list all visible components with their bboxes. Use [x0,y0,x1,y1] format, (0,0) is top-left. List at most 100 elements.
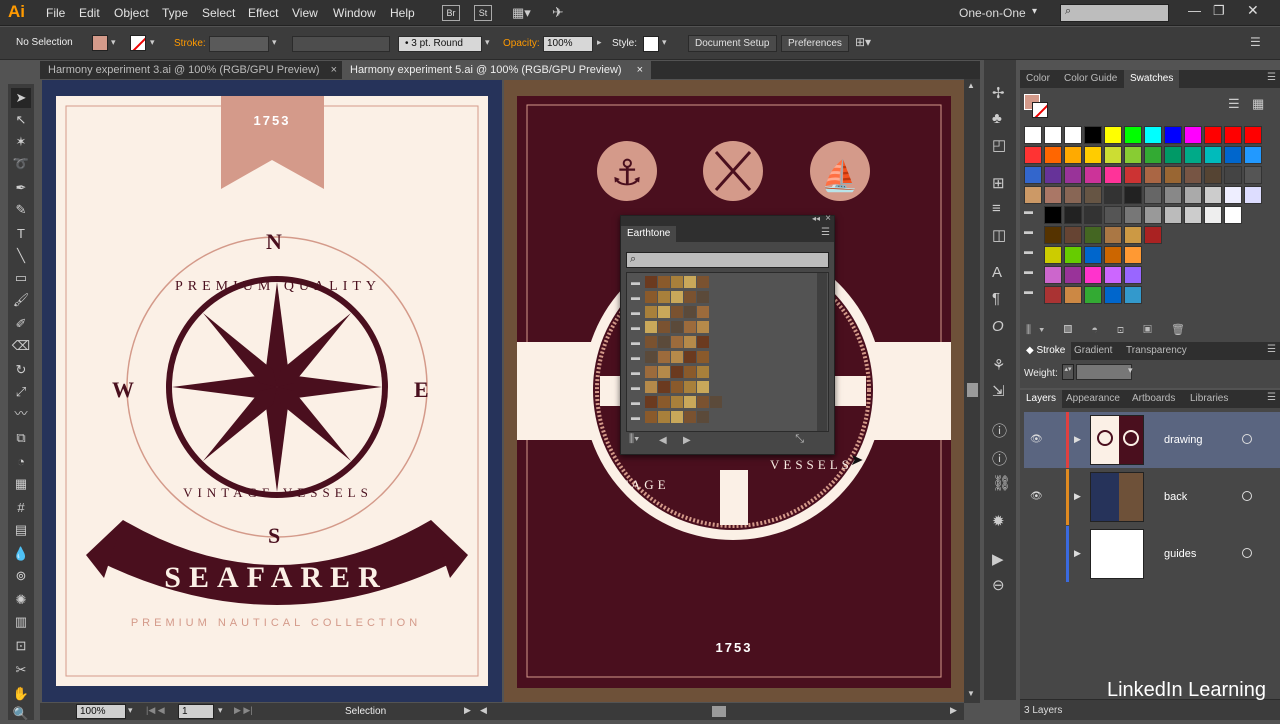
blend-icon[interactable]: ⊚ [11,566,31,586]
fill-swatch[interactable] [92,35,108,51]
preferences-button[interactable]: Preferences [781,35,849,52]
artboard-number-field[interactable]: 1 [178,704,214,719]
direct-selection-tool-icon[interactable]: ↖ [11,110,31,130]
expand-arrow-icon[interactable]: ▶ [1074,548,1081,559]
close-icon[interactable]: × [637,64,643,76]
swatch-footer-icons[interactable]: ⫼▾ ▤ ◓ ⊡ ▣ 🗑 [1026,323,1193,337]
links-icon[interactable]: ⛓ [992,474,1011,492]
close-icon[interactable]: × [331,64,337,76]
actions-icon[interactable]: ▶ [992,550,1004,568]
pathfinder-icon[interactable]: ◫ [992,226,1006,244]
tab-layers[interactable]: Layers [1020,390,1063,408]
slice-icon[interactable]: ✂ [11,660,31,680]
tab-libraries[interactable]: Libraries [1184,390,1234,408]
rotate-icon[interactable]: ↻ [11,360,31,380]
chevron-right-icon[interactable]: ▶ [464,705,471,716]
menu-help[interactable]: Help [390,6,415,20]
zoom-tool-icon[interactable]: 🔍 [11,704,31,724]
close-icon[interactable]: ✕ [1247,2,1259,19]
pen-tool-icon[interactable]: ✒ [11,178,31,198]
graph-icon[interactable]: ▥ [11,612,31,632]
restore-icon[interactable]: ❐ [1213,3,1225,19]
artboard-tool-icon[interactable]: ⊡ [11,636,31,656]
opentype-icon[interactable]: O [992,318,1004,335]
chevron-down-icon[interactable]: ▾ [1032,6,1037,17]
stroke-swatch[interactable] [130,35,146,51]
gpu-icon[interactable]: ✈ [552,4,564,21]
target-icon[interactable] [1242,434,1252,444]
appearance-icon[interactable]: ✹ [992,512,1005,530]
minimize-icon[interactable]: — [1188,3,1201,18]
document-setup-button[interactable]: Document Setup [688,35,777,52]
warp-icon[interactable]: 〰 [11,404,31,424]
layer-row-back[interactable]: 👁 ▶ back [1024,469,1280,525]
menu-file[interactable]: File [46,6,65,20]
hand-tool-icon[interactable]: ✋ [11,684,31,704]
workspace-switcher[interactable]: One-on-One [959,6,1026,20]
chevron-down-icon[interactable]: ▾ [128,705,133,716]
style-swatch[interactable] [643,36,659,52]
mesh-icon[interactable]: # [11,498,31,518]
tab-appearance[interactable]: Appearance [1060,390,1126,408]
free-transform-icon[interactable]: ⧉ [11,428,31,448]
stroke-label[interactable]: Stroke: [174,38,206,49]
info-icon[interactable]: ⓘ [992,420,1007,441]
gradient-icon[interactable]: ▤ [11,520,31,540]
search-input[interactable]: ⌕ [1060,4,1169,22]
chevron-down-icon[interactable]: ▾ [272,37,277,48]
menu-select[interactable]: Select [202,6,235,20]
paragraph-icon[interactable]: ¶ [992,290,1000,307]
swatch-library-icon[interactable]: ⫼▾ [629,433,639,446]
layer-row-guides[interactable]: ▶ guides [1024,526,1280,582]
panel-menu-icon[interactable]: ☰ [1267,72,1276,83]
target-icon[interactable] [1242,491,1252,501]
chevron-down-icon[interactable]: ▾ [111,37,116,48]
tab-swatches[interactable]: Swatches [1124,70,1180,88]
tab-stroke[interactable]: ◆ Stroke [1020,342,1072,360]
chevron-down-icon[interactable]: ▾ [1128,365,1133,376]
stock-icon[interactable]: St [474,5,492,21]
variable-width-field[interactable] [292,36,390,52]
swatch-search-input[interactable]: ⌕ [626,252,829,268]
tab-transparency[interactable]: Transparency [1120,342,1193,360]
eye-icon[interactable]: 👁 [1030,491,1043,502]
tab-gradient[interactable]: Gradient [1068,342,1118,360]
menu-effect[interactable]: Effect [248,6,278,20]
current-stroke-swatch[interactable] [1032,102,1048,118]
scroll-left-icon[interactable]: ◀ [480,705,487,716]
earthtone-swatch-list[interactable]: ▬ ▬ ▬ ▬ ▬ ▬ ▬ ▬ ▬ ▬ [626,272,829,432]
image-trace-icon[interactable]: ⚘ [992,356,1005,374]
bridge-icon[interactable]: Br [442,5,460,21]
list-view-icon[interactable]: ☰ [1228,96,1240,112]
chevron-right-icon[interactable]: ▸ [597,37,602,48]
horizontal-scrollbar[interactable]: 100% ▾ |◀ ◀ 1 ▾ ▶ ▶| Selection ▶ ◀ ▶ [40,703,964,720]
stroke-weight-field[interactable] [209,36,269,52]
layer-name[interactable]: guides [1164,548,1196,560]
magic-wand-icon[interactable]: ✶ [11,132,31,152]
curvature-icon[interactable]: ✎ [11,200,31,220]
vertical-scrollbar[interactable]: ▲ ▼ [964,79,980,703]
chevron-down-icon[interactable]: ▾ [662,37,667,48]
layer-name[interactable]: back [1164,491,1187,503]
eye-icon[interactable]: 👁 [1030,434,1043,445]
scroll-right-icon[interactable]: ▶ [950,705,957,716]
asset-export-icon[interactable]: ⇲ [992,382,1005,400]
collapse-icon[interactable]: ◂◂ [812,214,820,223]
selection-tool-icon[interactable]: ➤ [11,88,31,108]
tab-color[interactable]: Color [1020,70,1056,88]
character-icon[interactable]: A [992,264,1002,281]
expand-arrow-icon[interactable]: ▶ [1074,434,1081,445]
opacity-field[interactable]: 100% [543,36,593,52]
vertical-scroll-thumb[interactable] [967,383,978,397]
scroll-down-icon[interactable]: ▼ [967,689,975,698]
grid-view-icon[interactable]: ▦ [1252,96,1264,112]
horizontal-scroll-thumb[interactable] [712,706,726,717]
lasso-icon[interactable]: ➰ [11,154,31,174]
perspective-icon[interactable]: ▦ [11,474,31,494]
eyedropper-icon[interactable]: 💧 [11,544,31,564]
menu-type[interactable]: Type [162,6,188,20]
panel-menu-icon[interactable]: ☰ [1250,35,1261,49]
graphic-styles-icon[interactable]: ◰ [992,136,1006,154]
links-panel-icon[interactable]: ⊖ [992,576,1005,594]
scale-icon[interactable]: ⤢ [11,382,31,402]
